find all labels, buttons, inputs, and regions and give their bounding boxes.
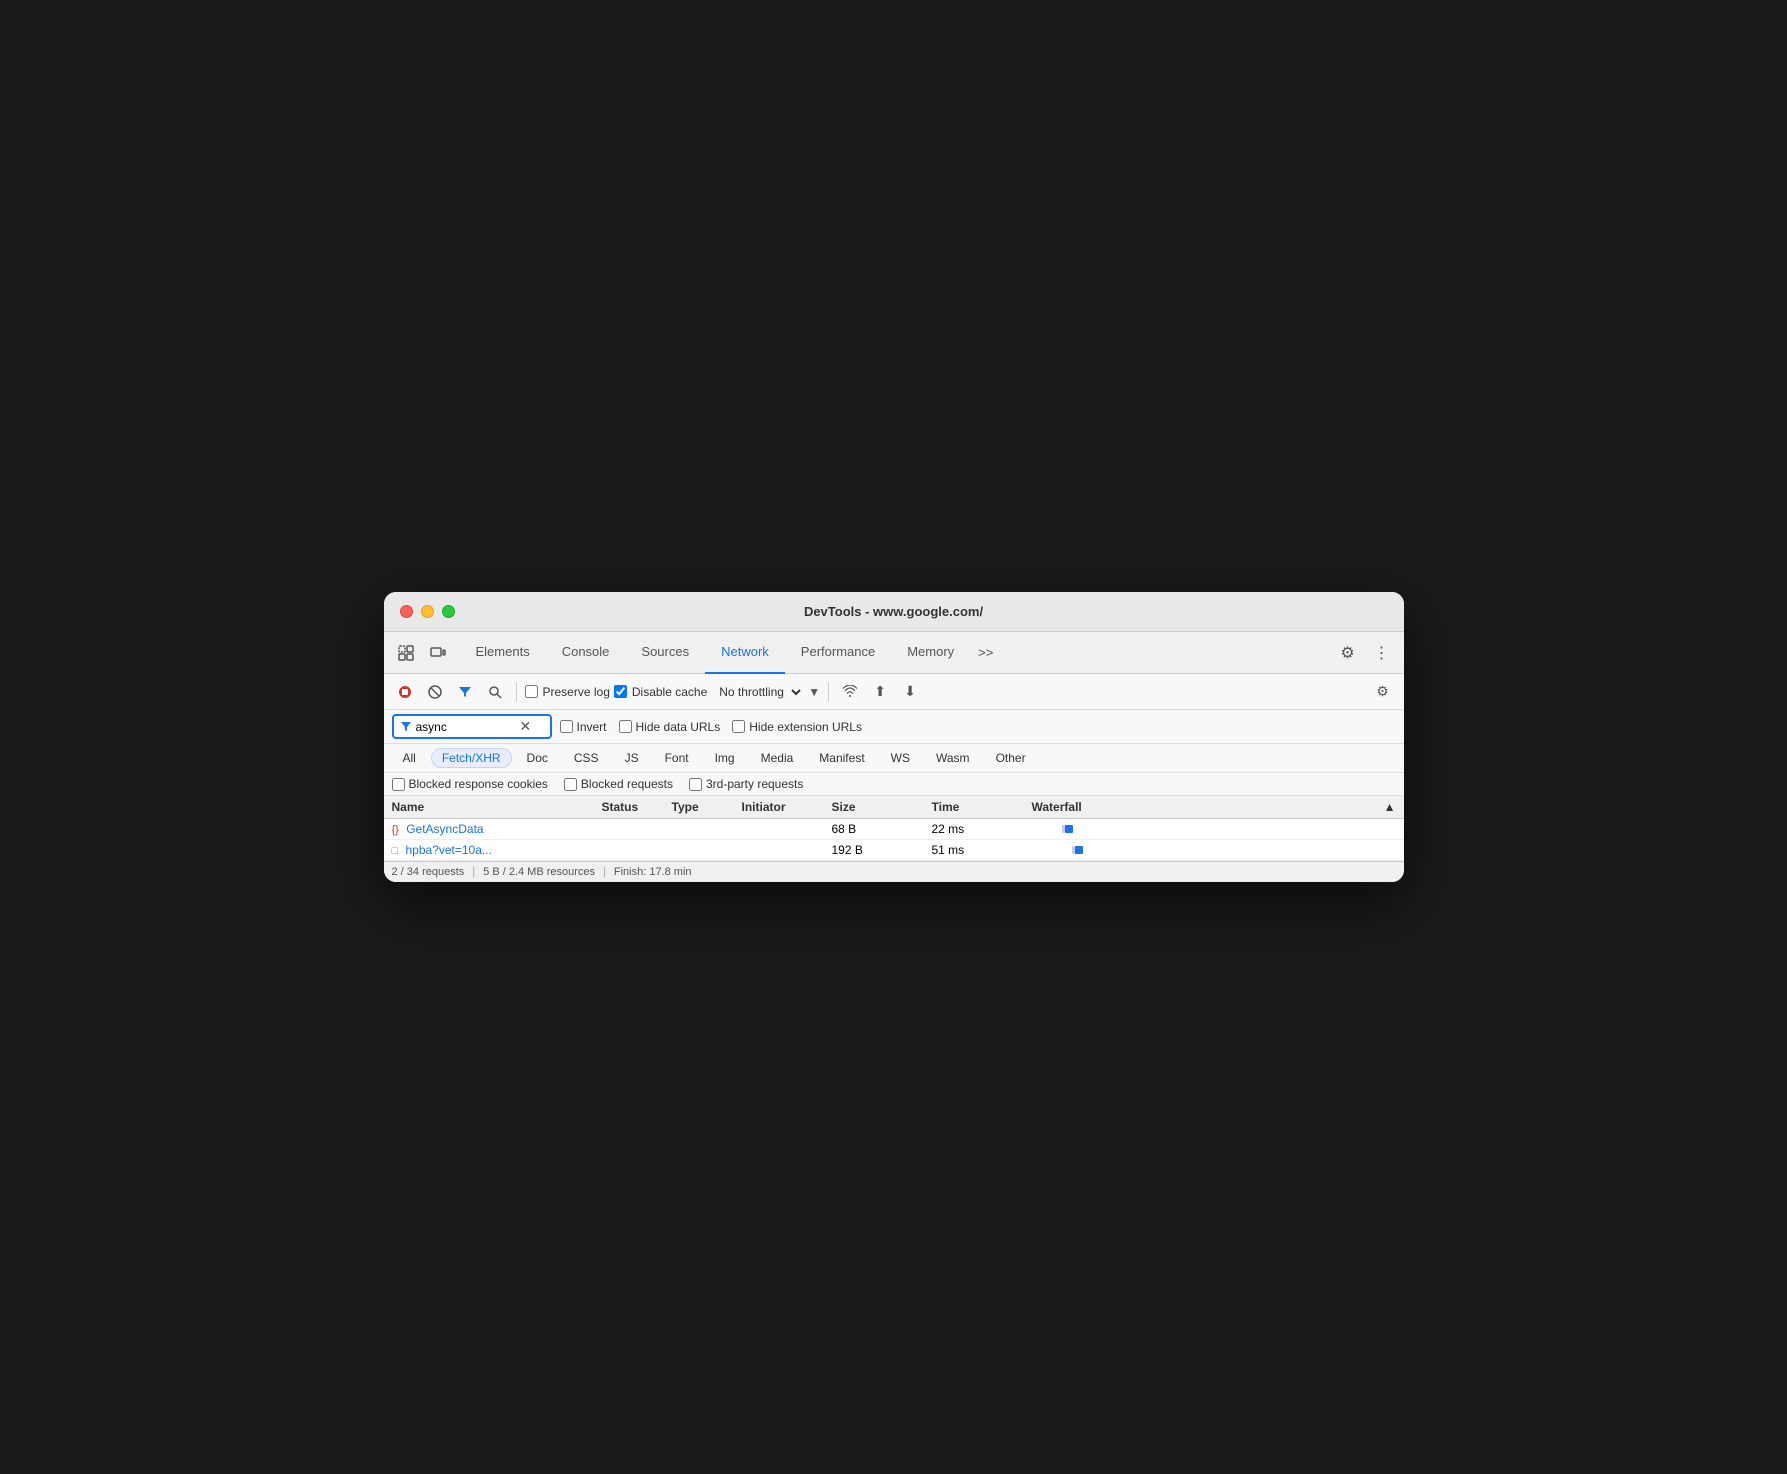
minimize-button[interactable]	[421, 605, 434, 618]
hide-data-urls-checkbox[interactable]: Hide data URLs	[619, 720, 721, 734]
hide-data-urls-input[interactable]	[619, 720, 632, 733]
throttle-select[interactable]: No throttling Fast 3G Slow 3G Offline	[711, 682, 804, 702]
type-btn-doc[interactable]: Doc	[516, 748, 559, 768]
col-header-initiator[interactable]: Initiator	[742, 800, 832, 814]
title-bar: DevTools - www.google.com/	[384, 592, 1404, 632]
col-header-time[interactable]: Time	[932, 800, 1032, 814]
requests-count: 2 / 34 requests	[392, 866, 465, 878]
type-btn-other[interactable]: Other	[985, 748, 1037, 768]
tab-elements[interactable]: Elements	[460, 632, 546, 674]
type-btn-media[interactable]: Media	[750, 748, 805, 768]
type-btn-wasm[interactable]: Wasm	[925, 748, 981, 768]
type-btn-manifest[interactable]: Manifest	[808, 748, 875, 768]
row-time-0: 22 ms	[932, 822, 1032, 836]
search-icon[interactable]	[482, 679, 508, 705]
row-waterfall-0	[1032, 824, 1396, 834]
filter-input[interactable]	[416, 720, 516, 734]
blocked-cookies-checkbox[interactable]: Blocked response cookies	[392, 777, 548, 791]
more-tabs-button[interactable]: >>	[970, 645, 1001, 660]
network-settings-icon[interactable]: ⚙	[1370, 679, 1396, 705]
download-icon[interactable]: ⬇	[897, 679, 923, 705]
disable-cache-input[interactable]	[614, 685, 627, 698]
invert-checkbox[interactable]: Invert	[560, 720, 607, 734]
clear-filter-button[interactable]: ✕	[520, 718, 532, 735]
third-party-input[interactable]	[689, 778, 702, 791]
third-party-checkbox[interactable]: 3rd-party requests	[689, 777, 803, 791]
blocked-requests-checkbox[interactable]: Blocked requests	[564, 777, 673, 791]
network-table-body: {} GetAsyncData 68 B 22 ms	[384, 819, 1404, 861]
disable-cache-checkbox[interactable]: Disable cache	[614, 685, 707, 699]
type-btn-fetch-xhr[interactable]: Fetch/XHR	[431, 748, 512, 768]
col-header-size[interactable]: Size	[832, 800, 932, 814]
tab-sources[interactable]: Sources	[625, 632, 705, 674]
tab-console[interactable]: Console	[546, 632, 626, 674]
upload-icon[interactable]: ⬆	[867, 679, 893, 705]
hide-extension-urls-input[interactable]	[732, 720, 745, 733]
device-icon[interactable]	[424, 639, 452, 667]
type-btn-css[interactable]: CSS	[563, 748, 610, 768]
tab-performance[interactable]: Performance	[785, 632, 891, 674]
tabs-bar: Elements Console Sources Network Perform…	[384, 632, 1404, 674]
network-toolbar: Preserve log Disable cache No throttling…	[384, 674, 1404, 710]
devtools-more-icon[interactable]: ⋮	[1368, 639, 1396, 667]
preserve-log-checkbox[interactable]: Preserve log	[525, 685, 610, 699]
wifi-icon[interactable]	[837, 679, 863, 705]
resources-size: 5 B / 2.4 MB resources	[483, 866, 595, 878]
row-time-1: 51 ms	[932, 843, 1032, 857]
tab-memory[interactable]: Memory	[891, 632, 970, 674]
blocked-requests-input[interactable]	[564, 778, 577, 791]
tab-icons	[392, 639, 452, 667]
devtools-settings-icon[interactable]: ⚙	[1334, 639, 1362, 667]
window-title: DevTools - www.google.com/	[400, 604, 1388, 619]
table-header: Name Status Type Initiator Size Time Wat…	[384, 796, 1404, 819]
blocked-cookies-input[interactable]	[392, 778, 405, 791]
status-bar: 2 / 34 requests | 5 B / 2.4 MB resources…	[384, 861, 1404, 882]
finish-time: Finish: 17.8 min	[614, 866, 692, 878]
devtools-main: Preserve log Disable cache No throttling…	[384, 674, 1404, 882]
type-btn-font[interactable]: Font	[654, 748, 700, 768]
row-size-0: 68 B	[832, 822, 932, 836]
filter-options: Invert Hide data URLs Hide extension URL…	[560, 720, 862, 734]
traffic-lights	[400, 605, 455, 618]
type-btn-ws[interactable]: WS	[880, 748, 921, 768]
type-btn-img[interactable]: Img	[704, 748, 746, 768]
filter-icon[interactable]	[452, 679, 478, 705]
col-header-type[interactable]: Type	[672, 800, 742, 814]
type-btn-js[interactable]: JS	[614, 748, 650, 768]
type-filter-bar: All Fetch/XHR Doc CSS JS Font Img Media …	[384, 744, 1404, 773]
row-name-1: □ hpba?vet=10a...	[392, 843, 602, 857]
filter-bar: ✕ Invert Hide data URLs Hide extension U…	[384, 710, 1404, 744]
close-button[interactable]	[400, 605, 413, 618]
doc-icon: □	[392, 845, 399, 857]
toolbar-separator-1	[516, 682, 517, 702]
col-header-name[interactable]: Name	[392, 800, 602, 814]
hide-extension-urls-checkbox[interactable]: Hide extension URLs	[732, 720, 862, 734]
filter-funnel-icon	[400, 721, 412, 733]
filter-input-wrap: ✕	[392, 714, 552, 739]
type-btn-all[interactable]: All	[392, 748, 427, 768]
tabs-right-actions: ⚙ ⋮	[1334, 639, 1396, 667]
table-row[interactable]: □ hpba?vet=10a... 192 B 51 ms	[384, 840, 1404, 861]
throttle-arrow: ▼	[808, 685, 820, 699]
row-waterfall-1	[1032, 845, 1396, 855]
col-header-waterfall[interactable]: Waterfall ▲	[1032, 800, 1396, 814]
xhr-icon: {}	[392, 824, 399, 836]
inspect-icon[interactable]	[392, 639, 420, 667]
table-row[interactable]: {} GetAsyncData 68 B 22 ms	[384, 819, 1404, 840]
preserve-log-input[interactable]	[525, 685, 538, 698]
row-size-1: 192 B	[832, 843, 932, 857]
clear-button[interactable]	[422, 679, 448, 705]
col-header-status[interactable]: Status	[602, 800, 672, 814]
sort-arrow-icon: ▲	[1384, 800, 1396, 814]
row-name-0: {} GetAsyncData	[392, 822, 602, 836]
stop-recording-button[interactable]	[392, 679, 418, 705]
blocked-bar: Blocked response cookies Blocked request…	[384, 773, 1404, 796]
maximize-button[interactable]	[442, 605, 455, 618]
invert-input[interactable]	[560, 720, 573, 733]
toolbar-separator-2	[828, 682, 829, 702]
tab-network[interactable]: Network	[705, 632, 785, 674]
